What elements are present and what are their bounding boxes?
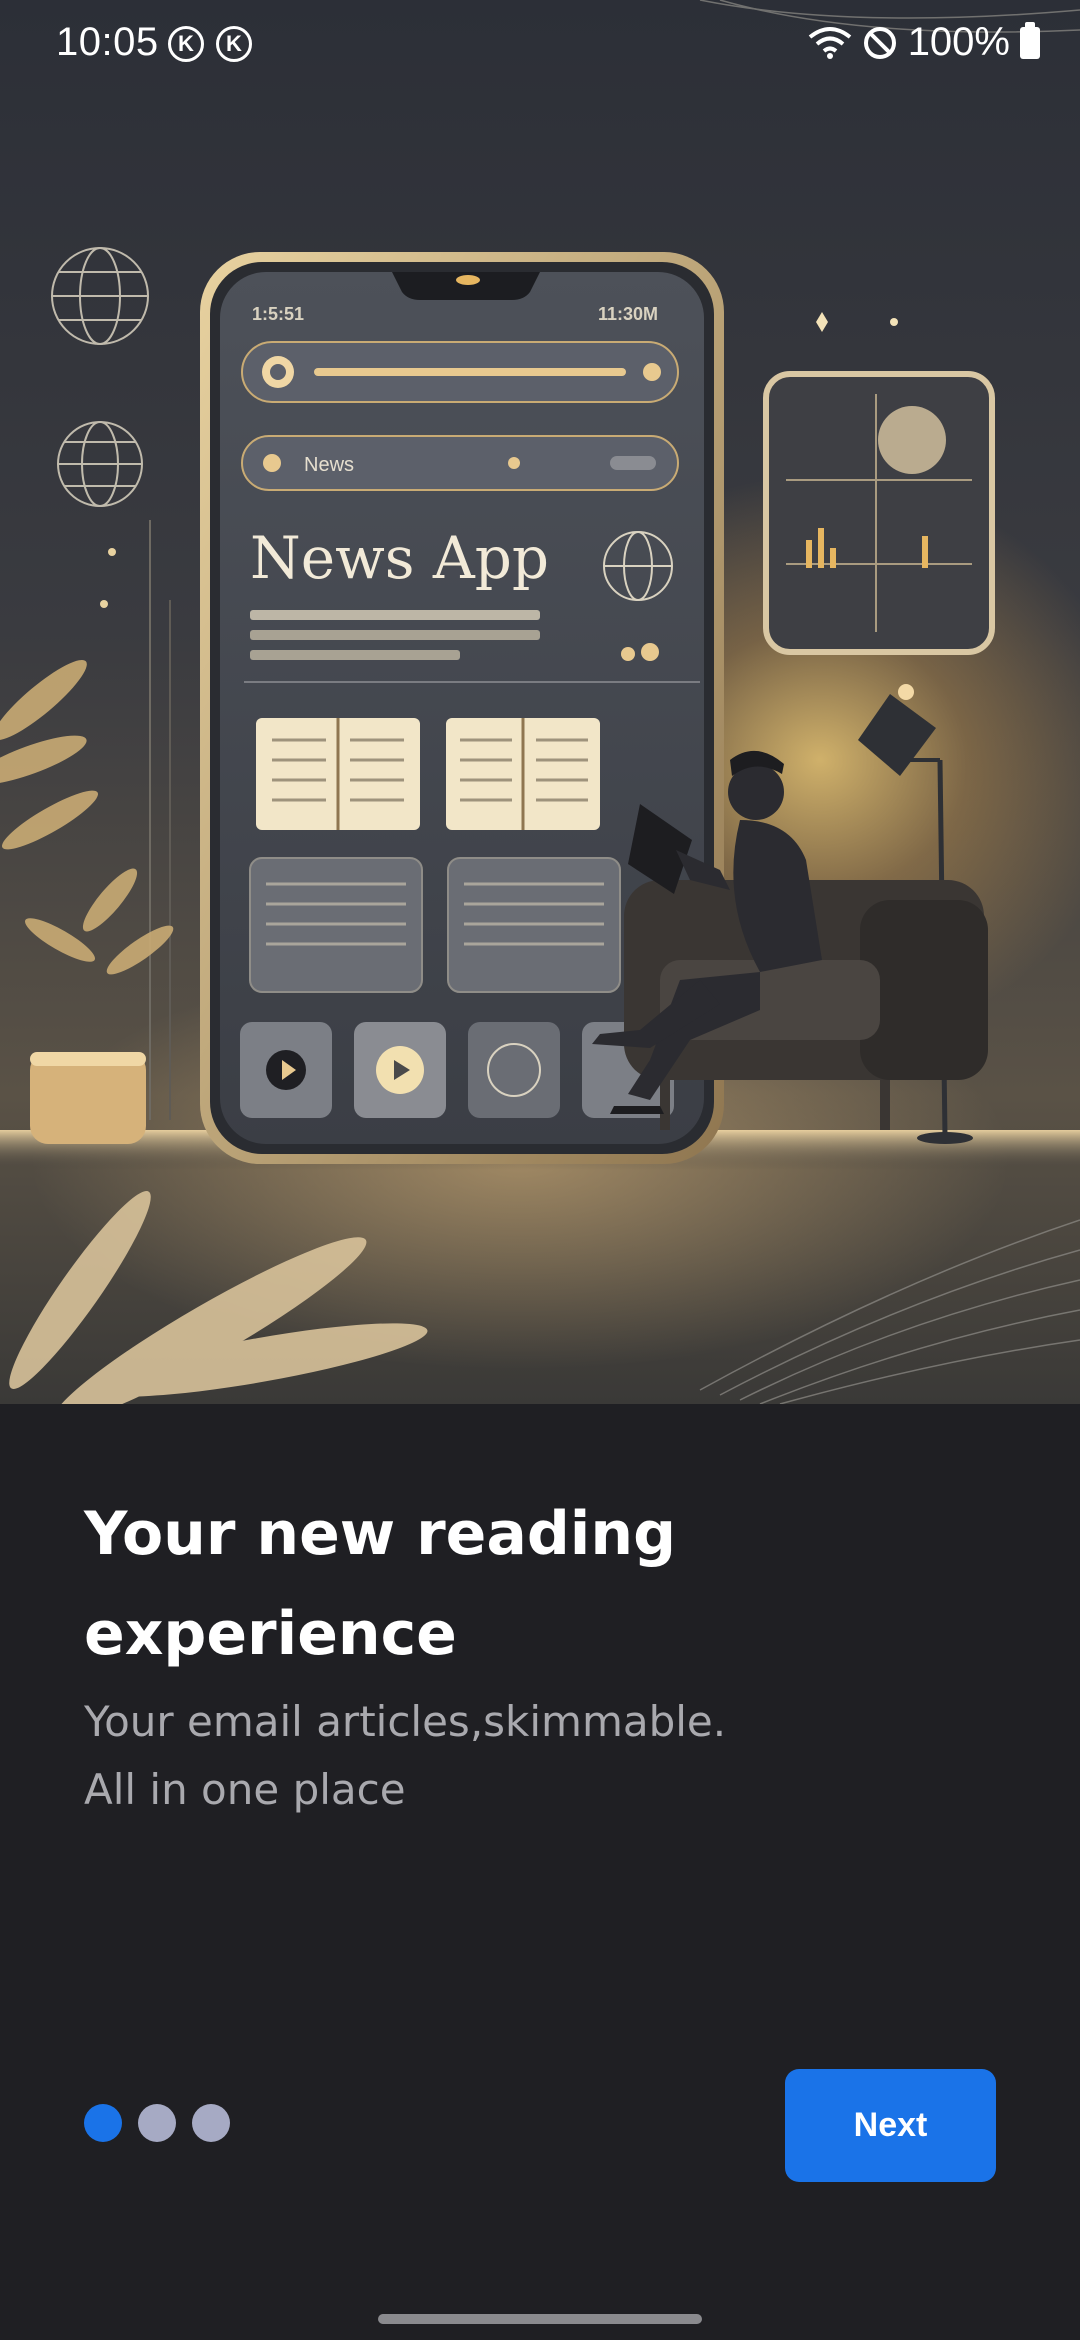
status-bar: 10:05 K K 100% xyxy=(0,0,1080,90)
page-indicator xyxy=(84,2104,230,2142)
home-indicator[interactable] xyxy=(378,2314,702,2324)
status-time: 10:05 xyxy=(56,20,159,64)
svg-text:1:5:51: 1:5:51 xyxy=(252,304,304,324)
svg-text:News App: News App xyxy=(250,524,549,592)
do-not-disturb-icon xyxy=(863,26,896,59)
hero-illustration: 1:5:51 11:30M News News App xyxy=(0,0,1080,1404)
onboarding-subtitle-line-1: Your email articles,skimmable. xyxy=(84,1697,727,1746)
framed-chart-decoration xyxy=(763,371,995,655)
notification-k-icon: K xyxy=(168,26,204,62)
onboarding-content: Your new reading experience Your email a… xyxy=(0,1404,1080,2340)
onboarding-subtitle-line-2: All in one place xyxy=(84,1765,406,1814)
next-button[interactable]: Next xyxy=(785,2069,996,2182)
page-dot xyxy=(138,2104,176,2142)
onboarding-title: Your new reading experience xyxy=(84,1499,677,1669)
battery-icon xyxy=(1020,21,1040,59)
svg-text:News: News xyxy=(304,454,354,476)
notification-k-icon: K xyxy=(216,26,252,62)
page-dot-active xyxy=(84,2104,122,2142)
battery-percentage: 100% xyxy=(907,20,1010,64)
svg-text:11:30M: 11:30M xyxy=(598,304,658,324)
status-indicators: 100% xyxy=(808,20,1040,65)
wifi-icon xyxy=(808,26,851,59)
page-dot xyxy=(192,2104,230,2142)
globe-icon xyxy=(51,247,149,507)
onboarding-subtitle: Your email articles,skimmable. All in on… xyxy=(84,1688,984,1824)
